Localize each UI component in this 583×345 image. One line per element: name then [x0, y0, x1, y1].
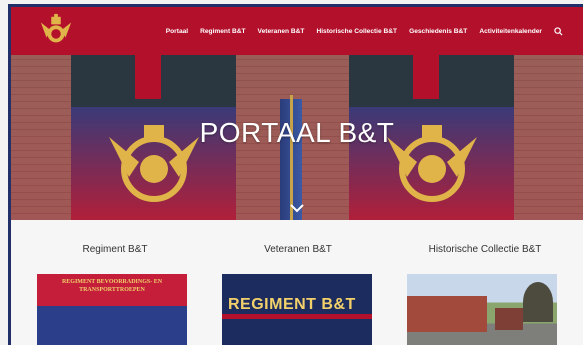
hero-section: PORTAAL B&T [11, 55, 583, 220]
flag-pole [290, 95, 293, 220]
main-nav: Portaal Regiment B&T Veteranen B&T Histo… [166, 7, 563, 55]
card-image-regiment[interactable]: REGIMENT BEVOORRADINGS- EN TRANSPORTTROE… [37, 274, 187, 345]
regiment-crest-icon[interactable] [37, 13, 75, 49]
chevron-down-icon[interactable] [289, 203, 305, 213]
card-image-historische-collectie[interactable] [407, 274, 557, 345]
card-title-historische-collectie[interactable]: Historische Collectie B&T [395, 244, 575, 255]
card-title-veteranen[interactable]: Veteranen B&T [208, 244, 388, 255]
card-image-caption: REGIMENT BEVOORRADINGS- EN TRANSPORTTROE… [61, 279, 163, 293]
nav-item-historische-collectie[interactable]: Historische Collectie B&T [316, 28, 397, 35]
nav-item-portaal[interactable]: Portaal [166, 28, 188, 35]
card-image-caption: REGIMENT B&T [228, 296, 356, 313]
nav-item-geschiedenis[interactable]: Geschiedenis B&T [409, 28, 467, 35]
card-title-regiment[interactable]: Regiment B&T [25, 244, 205, 255]
search-icon[interactable] [554, 26, 563, 36]
nav-item-regiment[interactable]: Regiment B&T [200, 28, 245, 35]
hero-title: PORTAAL B&T [199, 117, 395, 148]
card-section: Regiment B&T Veteranen B&T Historische C… [11, 220, 583, 345]
nav-item-activiteitenkalender[interactable]: Activiteitenkalender [479, 28, 542, 35]
card-image-veteranen[interactable]: REGIMENT B&T [222, 274, 372, 345]
site-header: Portaal Regiment B&T Veteranen B&T Histo… [11, 7, 583, 55]
nav-item-veteranen[interactable]: Veteranen B&T [258, 28, 305, 35]
